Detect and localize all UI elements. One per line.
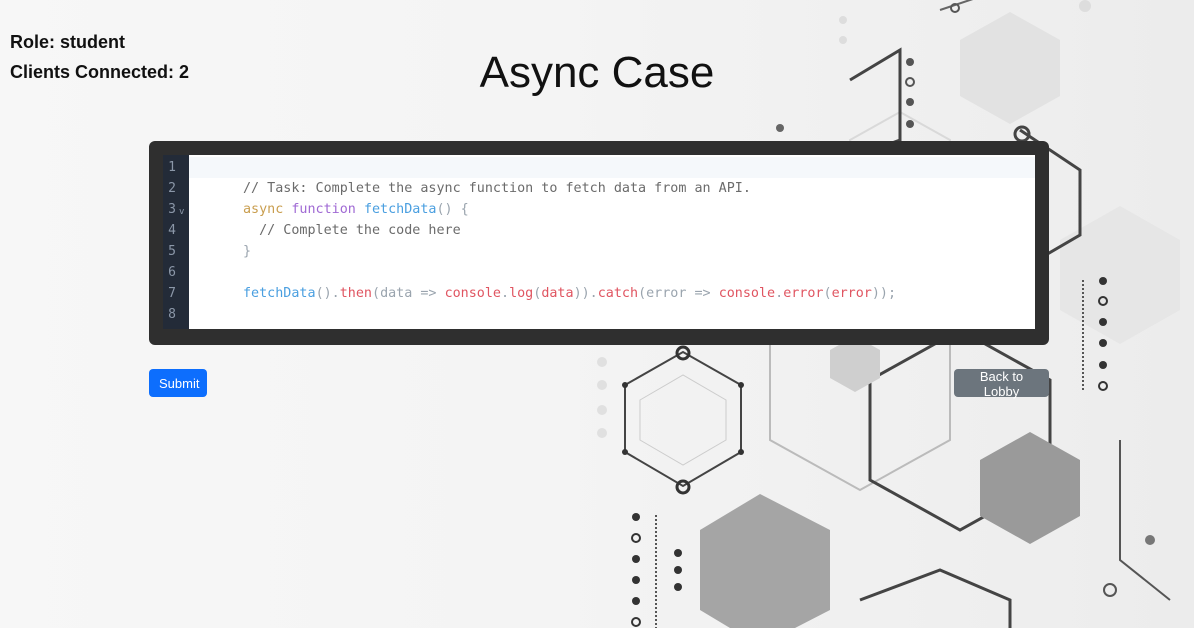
fold-chevron-icon[interactable]: v — [179, 202, 184, 223]
code-token: )). — [573, 286, 598, 301]
code-editor[interactable]: 1 2 3 v 4 5 6 7 8 // Task: Complete the … — [163, 155, 1035, 329]
code-token: fetchData — [243, 286, 316, 301]
active-line-highlight — [189, 157, 1035, 178]
line-number: 6 — [168, 265, 176, 280]
code-token: } — [243, 244, 252, 259]
code-token: function — [291, 202, 356, 217]
submit-button[interactable]: Submit — [149, 369, 207, 397]
code-token: // Complete the code here — [243, 223, 461, 238]
code-line[interactable]: // Task: Complete the async function to … — [243, 178, 751, 199]
line-number: 5 — [168, 244, 176, 259]
page-title: Async Case — [479, 48, 715, 97]
code-token: ( — [823, 286, 832, 301]
code-token: . — [775, 286, 784, 301]
line-number: 3 — [168, 202, 176, 217]
code-token: console — [718, 286, 776, 301]
line-number-gutter: 1 2 3 v 4 5 6 7 8 — [163, 155, 189, 329]
code-token: data — [541, 286, 574, 301]
code-token: async — [243, 202, 284, 217]
line-number: 1 — [168, 160, 176, 175]
line-number: 8 — [168, 307, 176, 322]
code-token: ( — [372, 286, 381, 301]
code-token: error — [646, 286, 687, 301]
code-line[interactable]: async function fetchData() { — [243, 199, 469, 220]
code-token: // Task: Complete the async function to … — [243, 181, 751, 196]
code-line[interactable]: // Complete the code here — [243, 220, 461, 241]
code-token: )); — [871, 286, 897, 301]
code-token: then — [339, 286, 372, 301]
code-token: (). — [315, 286, 340, 301]
line-number: 2 — [168, 181, 176, 196]
code-token: error — [831, 286, 872, 301]
line-number: 7 — [168, 286, 176, 301]
code-token: => — [686, 286, 719, 301]
code-line[interactable]: fetchData().then(data => console.log(dat… — [243, 283, 896, 304]
back-to-lobby-button[interactable]: Back to Lobby — [954, 369, 1049, 399]
code-editor-frame: 1 2 3 v 4 5 6 7 8 // Task: Complete the … — [149, 141, 1049, 345]
code-line[interactable]: } — [243, 241, 251, 262]
code-token: => — [412, 286, 445, 301]
code-token: fetchData — [363, 202, 437, 217]
code-token: error — [783, 286, 824, 301]
code-token: console — [444, 286, 501, 301]
code-token: catch — [597, 286, 639, 301]
code-token: ( — [638, 286, 647, 301]
code-token: data — [380, 286, 413, 301]
code-token: log — [509, 286, 534, 301]
line-number: 4 — [168, 223, 176, 238]
code-token: () { — [436, 202, 469, 217]
code-token: . — [501, 286, 510, 301]
